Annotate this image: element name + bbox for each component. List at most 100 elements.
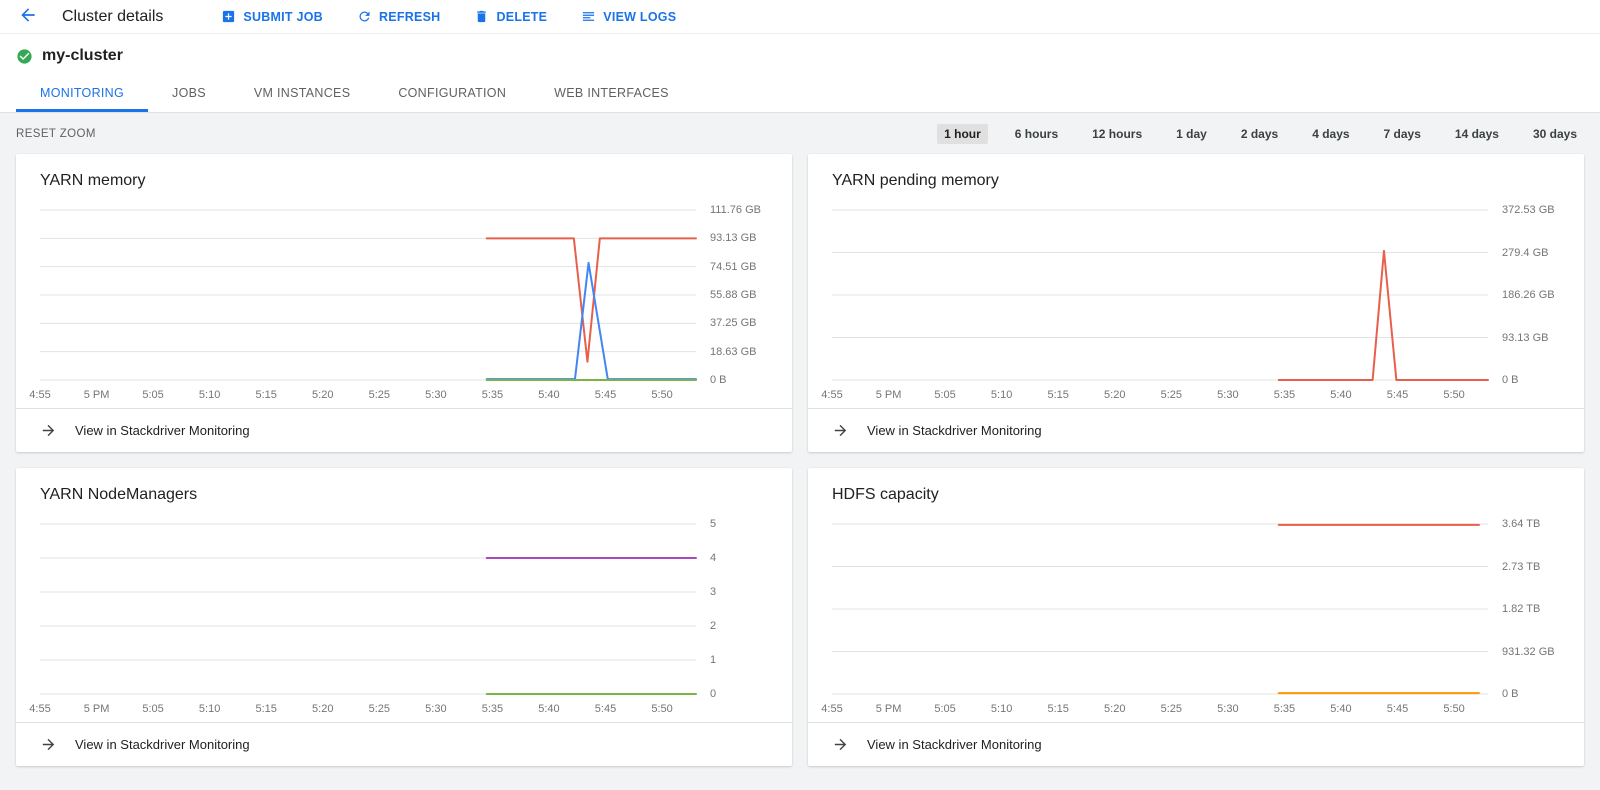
y-tick-label: 279.4 GB <box>1502 247 1548 259</box>
x-tick-label: 5:35 <box>1274 389 1295 401</box>
y-tick-label: 3 <box>710 586 716 598</box>
time-range-12-hours[interactable]: 12 hours <box>1085 124 1149 144</box>
x-tick-label: 5:25 <box>1161 389 1182 401</box>
chart-plot-area: 3.64 TB2.73 TB1.82 TB931.32 GB0 B4:555 P… <box>808 520 1584 720</box>
reset-zoom-button[interactable]: RESET ZOOM <box>16 128 96 140</box>
stackdriver-link-label: View in Stackdriver Monitoring <box>75 737 250 752</box>
chart-card: YARN memory111.76 GB93.13 GB74.51 GB55.8… <box>16 154 792 452</box>
stackdriver-link[interactable]: View in Stackdriver Monitoring <box>808 722 1584 766</box>
y-axis-labels: 372.53 GB279.4 GB186.26 GB93.13 GB0 B <box>1492 210 1584 380</box>
stackdriver-link-label: View in Stackdriver Monitoring <box>75 423 250 438</box>
x-tick-label: 5:15 <box>255 389 276 401</box>
tab-web-interfaces[interactable]: WEB INTERFACES <box>530 76 693 112</box>
x-tick-label: 5:05 <box>934 389 955 401</box>
arrow-right-icon <box>40 736 57 753</box>
x-tick-label: 5:10 <box>199 703 220 715</box>
chart-card: HDFS capacity3.64 TB2.73 TB1.82 TB931.32… <box>808 468 1584 766</box>
x-axis-labels: 4:555 PM5:055:105:155:205:255:305:355:40… <box>40 698 696 720</box>
x-tick-label: 5:30 <box>425 389 446 401</box>
view-logs-icon <box>581 9 596 24</box>
x-tick-label: 5:40 <box>538 703 559 715</box>
tabs: MONITORINGJOBSVM INSTANCESCONFIGURATIONW… <box>0 76 1600 113</box>
y-tick-label: 0 B <box>710 374 727 386</box>
chart-plot-area: 5432104:555 PM5:055:105:155:205:255:305:… <box>16 520 792 720</box>
x-tick-label: 5:05 <box>142 389 163 401</box>
chart-canvas <box>832 524 1488 694</box>
y-tick-label: 74.51 GB <box>710 261 756 273</box>
x-tick-label: 5 PM <box>84 703 110 715</box>
cluster-row: my-cluster <box>0 34 1600 76</box>
plot <box>832 210 1488 380</box>
x-tick-label: 5:10 <box>991 389 1012 401</box>
time-range-1-day[interactable]: 1 day <box>1169 124 1214 144</box>
x-tick-label: 5 PM <box>84 389 110 401</box>
x-axis-labels: 4:555 PM5:055:105:155:205:255:305:355:40… <box>40 384 696 406</box>
x-tick-label: 5:50 <box>1443 389 1464 401</box>
time-range-30-days[interactable]: 30 days <box>1526 124 1584 144</box>
stackdriver-link[interactable]: View in Stackdriver Monitoring <box>16 408 792 452</box>
y-tick-label: 55.88 GB <box>710 289 756 301</box>
back-button[interactable] <box>16 5 40 29</box>
submit-job-button[interactable]: SUBMIT JOB <box>221 9 323 24</box>
action-label: VIEW LOGS <box>603 10 676 24</box>
tab-configuration[interactable]: CONFIGURATION <box>374 76 530 112</box>
y-tick-label: 93.13 GB <box>1502 332 1548 344</box>
y-tick-label: 931.32 GB <box>1502 646 1555 658</box>
y-tick-label: 1 <box>710 654 716 666</box>
tab-jobs[interactable]: JOBS <box>148 76 230 112</box>
x-tick-label: 5 PM <box>876 389 902 401</box>
x-tick-label: 5:50 <box>651 703 672 715</box>
time-range-4-days[interactable]: 4 days <box>1305 124 1356 144</box>
refresh-button[interactable]: REFRESH <box>357 9 440 24</box>
chart-card: YARN pending memory372.53 GB279.4 GB186.… <box>808 154 1584 452</box>
x-tick-label: 5:45 <box>595 389 616 401</box>
action-label: REFRESH <box>379 10 440 24</box>
x-tick-label: 5:50 <box>651 389 672 401</box>
y-axis-labels: 111.76 GB93.13 GB74.51 GB55.88 GB37.25 G… <box>700 210 792 380</box>
x-tick-label: 5 PM <box>876 703 902 715</box>
y-tick-label: 0 B <box>1502 374 1519 386</box>
x-tick-label: 5:40 <box>538 389 559 401</box>
zoombar: RESET ZOOM 1 hour 6 hours 12 hours 1 day 2 d… <box>0 113 1600 154</box>
y-tick-label: 2.73 TB <box>1502 561 1540 573</box>
header-actions: SUBMIT JOB REFRESH DELETE VIEW LOGS <box>221 9 676 24</box>
x-tick-label: 5:05 <box>934 703 955 715</box>
x-tick-label: 5:35 <box>482 703 503 715</box>
x-tick-label: 4:55 <box>29 703 50 715</box>
stackdriver-link[interactable]: View in Stackdriver Monitoring <box>16 722 792 766</box>
x-tick-label: 5:35 <box>1274 703 1295 715</box>
tab-vm-instances[interactable]: VM INSTANCES <box>230 76 374 112</box>
chart-canvas <box>40 210 696 380</box>
y-tick-label: 186.26 GB <box>1502 289 1555 301</box>
stackdriver-link[interactable]: View in Stackdriver Monitoring <box>808 408 1584 452</box>
time-range-2-days[interactable]: 2 days <box>1234 124 1285 144</box>
x-tick-label: 5:15 <box>1047 389 1068 401</box>
x-tick-label: 5:40 <box>1330 389 1351 401</box>
time-range-6-hours[interactable]: 6 hours <box>1008 124 1065 144</box>
check-circle-icon <box>16 48 33 65</box>
arrow-right-icon <box>832 422 849 439</box>
view-logs-button[interactable]: VIEW LOGS <box>581 9 676 24</box>
chart-plot-area: 372.53 GB279.4 GB186.26 GB93.13 GB0 B4:5… <box>808 206 1584 406</box>
y-tick-label: 0 <box>710 688 716 700</box>
y-tick-label: 37.25 GB <box>710 317 756 329</box>
time-range-1-hour[interactable]: 1 hour <box>937 124 988 144</box>
time-range-selector: 1 hour 6 hours 12 hours 1 day 2 days 4 days 7 … <box>937 124 1584 144</box>
x-tick-label: 4:55 <box>821 703 842 715</box>
stackdriver-link-label: View in Stackdriver Monitoring <box>867 423 1042 438</box>
time-range-7-days[interactable]: 7 days <box>1377 124 1428 144</box>
delete-button[interactable]: DELETE <box>474 9 547 24</box>
back-arrow-icon <box>18 5 38 28</box>
stackdriver-link-label: View in Stackdriver Monitoring <box>867 737 1042 752</box>
tab-monitoring[interactable]: MONITORING <box>16 76 148 112</box>
chart-title: YARN memory <box>16 154 792 194</box>
action-label: SUBMIT JOB <box>243 10 323 24</box>
monitoring-content: RESET ZOOM 1 hour 6 hours 12 hours 1 day 2 d… <box>0 113 1600 790</box>
chart-title: YARN NodeManagers <box>16 468 792 508</box>
x-tick-label: 5:10 <box>991 703 1012 715</box>
x-tick-label: 5:10 <box>199 389 220 401</box>
x-tick-label: 5:15 <box>255 703 276 715</box>
x-tick-label: 5:25 <box>369 389 390 401</box>
time-range-14-days[interactable]: 14 days <box>1448 124 1506 144</box>
x-tick-label: 5:45 <box>595 703 616 715</box>
